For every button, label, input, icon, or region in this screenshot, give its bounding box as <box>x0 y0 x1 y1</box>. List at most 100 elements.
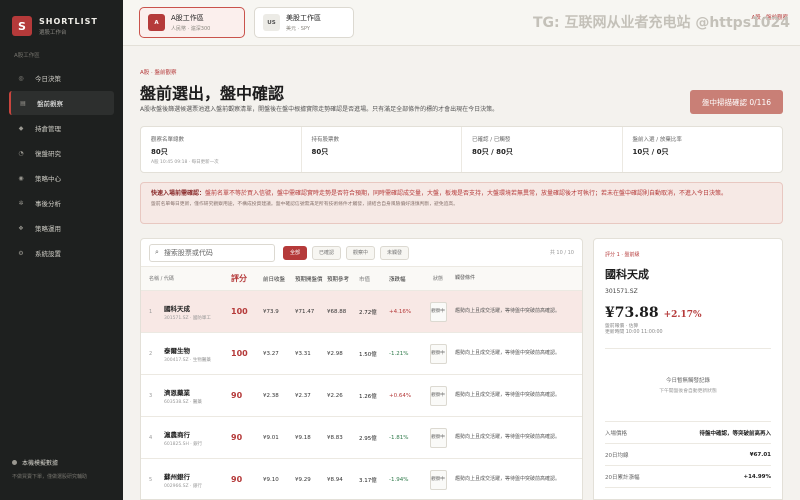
open-price: ¥71.47 <box>295 308 315 315</box>
sidebar-item-apply[interactable]: ❖ 策略運用 <box>9 216 114 240</box>
column-header[interactable]: 預期開盤價 <box>295 275 327 283</box>
footer-subtitle: 不做買賣下單，僅做選股研究輔助 <box>12 474 88 480</box>
stock-name: 濟恩藥業 <box>164 388 190 397</box>
table-row[interactable]: 2 泰爾生物 300417.SZ · 生物醫藥 100 ¥3.27 ¥3.31 ¥2… <box>141 333 582 375</box>
open-price: ¥2.37 <box>295 392 311 399</box>
row-rank: 2 <box>149 350 153 357</box>
table-row[interactable]: 3 濟恩藥業 603538.SZ · 醫藥 90 ¥2.38 ¥2.37 ¥2.26… <box>141 375 582 417</box>
brand[interactable]: S SHORTLIST 選股工作台 <box>0 0 123 38</box>
breadcrumb: A股 · 盤前觀察 <box>140 70 177 76</box>
trigger-note: 趨勢向上且成交活躍，等待盤中突破前高確認。 <box>455 308 561 314</box>
stock-name: 泰爾生物 <box>164 346 190 355</box>
table-row[interactable]: 1 國科天成 301571.SZ · 國防軍工 100 ¥73.9 ¥71.47 ¥… <box>141 291 582 333</box>
sidebar-item-premarket[interactable]: ▤ 盤前觀察 <box>9 91 114 115</box>
score: 90 <box>231 433 243 442</box>
filter-not-triggered[interactable]: 未觸發 <box>380 245 410 260</box>
alert-subtext: 盤前名單每日更新，僅作研究觀察用途，不構成投資建議。盤中確認信號需滿足所有技術條… <box>151 202 459 207</box>
row-rank: 3 <box>149 392 153 399</box>
brand-subtitle: 選股工作台 <box>39 29 67 36</box>
main-content: A股 · 盤前觀察 盤前選出，盤中確認 A股收盤後篩選候選票池進入盤前觀察清單，… <box>123 46 800 500</box>
market-cap: 2.95億 <box>359 435 377 442</box>
circle-icon: ◎ <box>18 74 24 82</box>
column-header[interactable]: 市值 <box>359 275 389 283</box>
sidebar-item-today[interactable]: ◎ 今日決策 <box>9 66 114 90</box>
stock-code: 603538.SZ · 醫藥 <box>164 399 202 405</box>
column-header[interactable]: 狀態 <box>421 275 455 282</box>
layers-icon: ❖ <box>18 224 24 232</box>
close-price: ¥73.9 <box>263 308 279 315</box>
kv-value: ¥67.01 <box>749 451 771 458</box>
search-input[interactable]: ⌕ 搜索股票或代码 <box>149 243 275 262</box>
detail-kv-row: 20日均線 ¥67.01 <box>605 444 771 466</box>
filter-all[interactable]: 全部 <box>283 245 308 260</box>
detail-change: +2.17% <box>663 310 702 320</box>
open-price: ¥3.31 <box>295 350 311 357</box>
detail-stock-code: 301571.SZ <box>605 288 638 295</box>
row-rank: 4 <box>149 434 153 441</box>
result-count: 共 10 / 10 <box>549 250 574 256</box>
sidebar-item-label: 復盤研究 <box>35 150 61 158</box>
filter-confirmed[interactable]: 已確認 <box>312 245 342 260</box>
row-rank: 5 <box>149 476 153 483</box>
column-header[interactable]: 預期參考 <box>327 275 359 283</box>
status-badge: 觀察中 <box>429 427 447 448</box>
sidebar-item-label: 系統設置 <box>35 250 61 258</box>
sidebar-item-label: 策略運用 <box>35 225 61 233</box>
topbar: A A股工作區 人民幣 · 滬深300 US 美股工作區 美元 · SPY A股… <box>123 0 800 46</box>
close-price: ¥3.27 <box>263 350 279 357</box>
change-pct: +4.16% <box>389 308 412 315</box>
stock-code: 601825.SH · 銀行 <box>164 441 203 447</box>
open-price: ¥9.18 <box>295 434 311 441</box>
column-header[interactable]: 評分 <box>231 273 263 284</box>
stat-card: 盤前入選 / 放棄比率 10只 / 0只 <box>623 127 783 172</box>
settings-icon: ⚙ <box>18 249 24 257</box>
detail-stock-name: 國科天成 <box>605 268 649 281</box>
change-pct: -1.81% <box>389 434 409 441</box>
detail-kv-row: 入場價格 待盤中確認，等突破前高再入 <box>605 422 771 444</box>
sidebar-item-analysis[interactable]: ✲ 事後分析 <box>9 191 114 215</box>
sidebar: S SHORTLIST 選股工作台 A股工作區 ◎ 今日決策 ▤ 盤前觀察 ◆ 持倉管… <box>0 0 123 500</box>
kv-key: 20日累計漲幅 <box>605 474 640 481</box>
gear-icon: ✲ <box>18 199 24 207</box>
kv-value: +14.99% <box>743 473 771 480</box>
column-header: 觸發條件 <box>455 275 476 281</box>
stat-value: 80只 <box>311 148 329 156</box>
workspace-a-share[interactable]: A A股工作區 人民幣 · 滬深300 <box>139 7 245 38</box>
score: 90 <box>231 475 243 484</box>
stat-note: A股 10:45 09:18 · 每日更新一次 <box>151 160 219 165</box>
stock-name: 滬農商行 <box>164 430 190 439</box>
empty-subtitle: 下午開盤後會自動更新狀態 <box>659 389 717 394</box>
stock-name: 國科天成 <box>164 304 190 313</box>
workspace-subtitle: 美元 · SPY <box>286 26 310 32</box>
stock-code: 301571.SZ · 國防軍工 <box>164 315 211 321</box>
stats-bar: 觀察名單總數 80只 A股 10:45 09:18 · 每日更新一次 持有股票數… <box>140 126 783 173</box>
stat-value: 10只 / 0只 <box>632 148 669 156</box>
open-price: ¥9.29 <box>295 476 311 483</box>
sidebar-item-holdings[interactable]: ◆ 持倉管理 <box>9 116 114 140</box>
stat-label: 盤前入選 / 放棄比率 <box>632 137 682 143</box>
change-pct: -1.21% <box>389 350 409 357</box>
sidebar-item-label: 策略中心 <box>35 175 61 183</box>
table-row[interactable]: 5 蘇州銀行 002966.SZ · 銀行 90 ¥9.10 ¥9.29 ¥8.94… <box>141 459 582 499</box>
table-row[interactable]: 4 滬農商行 601825.SH · 銀行 90 ¥9.01 ¥9.18 ¥8.83… <box>141 417 582 459</box>
intraday-scan-button[interactable]: 盤中掃描確認 0/116 <box>690 90 783 114</box>
column-header[interactable]: 漲跌幅 <box>389 275 421 283</box>
column-header[interactable]: 前日收盤 <box>263 275 295 283</box>
column-header[interactable]: 名稱 / 代碼 <box>141 275 231 282</box>
workspace-us[interactable]: US 美股工作區 美元 · SPY <box>254 7 354 38</box>
stock-code: 300417.SZ · 生物醫藥 <box>164 357 211 363</box>
watchlist-table: ⌕ 搜索股票或代码 全部 已確認 觀察中 未觸發 共 10 / 10 名稱 / … <box>140 238 583 500</box>
page-title: 盤前選出，盤中確認 <box>140 84 285 103</box>
filter-watching[interactable]: 觀察中 <box>346 245 376 260</box>
status-badge: 觀察中 <box>429 301 447 322</box>
sidebar-item-review[interactable]: ◔ 復盤研究 <box>9 141 114 165</box>
market-cap: 2.72億 <box>359 309 377 316</box>
sidebar-item-settings[interactable]: ⚙ 系統設置 <box>9 241 114 265</box>
sidebar-item-strategy[interactable]: ◉ 策略中心 <box>9 166 114 190</box>
watermark: TG: 互联网从业者充电站 @https1024 <box>532 15 790 31</box>
close-price: ¥9.01 <box>263 434 279 441</box>
empty-title: 今日暫無觸發記錄 <box>665 378 710 384</box>
workspace-badge: A <box>148 14 165 31</box>
stat-card: 持有股票數 80只 <box>302 127 462 172</box>
chart-icon: ◔ <box>18 149 24 157</box>
